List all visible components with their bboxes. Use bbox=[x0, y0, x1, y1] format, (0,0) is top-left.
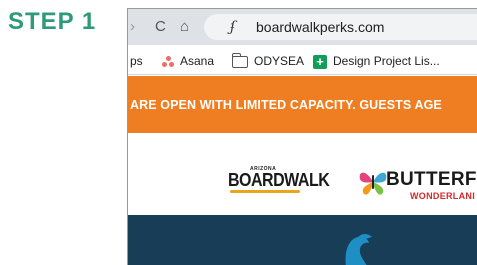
bookmark-label: Asana bbox=[180, 54, 215, 68]
butterfly-logo-sub: WONDERLANI bbox=[410, 191, 475, 201]
reload-icon[interactable]: C bbox=[155, 18, 166, 36]
penguin-icon bbox=[345, 234, 372, 265]
bookmarks-bar: ps Asana ODYSEA + Design Project Lis... bbox=[128, 45, 477, 75]
step-label: STEP 1 bbox=[8, 8, 97, 35]
browser-toolbar: › C ⌂ ʄ boardwalkperks.com bbox=[128, 9, 477, 45]
url-text[interactable]: boardwalkperks.com bbox=[256, 19, 384, 35]
partner-logos: ARIZONA BOARDWALK BUTTERFL WONDERLANI bbox=[128, 133, 477, 215]
hero-section bbox=[128, 215, 477, 265]
bookmark-odysea[interactable]: ODYSEA bbox=[231, 52, 305, 69]
bookmark-label: Design Project Lis... bbox=[333, 54, 440, 68]
bookmark-design-project-list[interactable]: + Design Project Lis... bbox=[313, 53, 440, 69]
back-arrow-icon[interactable]: › bbox=[130, 18, 135, 36]
asana-icon bbox=[162, 55, 174, 68]
arizona-boardwalk-logo[interactable]: ARIZONA BOARDWALK bbox=[228, 166, 330, 194]
butterfly-icon bbox=[359, 172, 387, 195]
announcement-banner: ARE OPEN WITH LIMITED CAPACITY. GUESTS A… bbox=[128, 76, 477, 133]
home-icon[interactable]: ⌂ bbox=[180, 18, 189, 36]
folder-icon bbox=[231, 52, 248, 68]
bookmark-asana[interactable]: Asana bbox=[162, 53, 214, 69]
boardwalk-logo-main: BOARDWALK bbox=[228, 171, 330, 191]
google-sheets-icon: + bbox=[313, 54, 327, 69]
boardwalk-logo-underline bbox=[230, 190, 300, 193]
bookmark-label: ODYSEA bbox=[254, 54, 305, 68]
banner-text: ARE OPEN WITH LIMITED CAPACITY. GUESTS A… bbox=[130, 98, 442, 112]
address-bar[interactable]: ʄ boardwalkperks.com bbox=[204, 14, 477, 40]
butterfly-wonderland-logo[interactable]: BUTTERFL WONDERLANI bbox=[358, 167, 477, 201]
bookmark-apps[interactable]: ps bbox=[130, 53, 143, 69]
browser-screenshot: › C ⌂ ʄ boardwalkperks.com ps Asana ODYS… bbox=[127, 8, 477, 265]
site-info-icon[interactable]: ʄ bbox=[230, 19, 246, 35]
butterfly-logo-main: BUTTERFL bbox=[386, 169, 477, 190]
